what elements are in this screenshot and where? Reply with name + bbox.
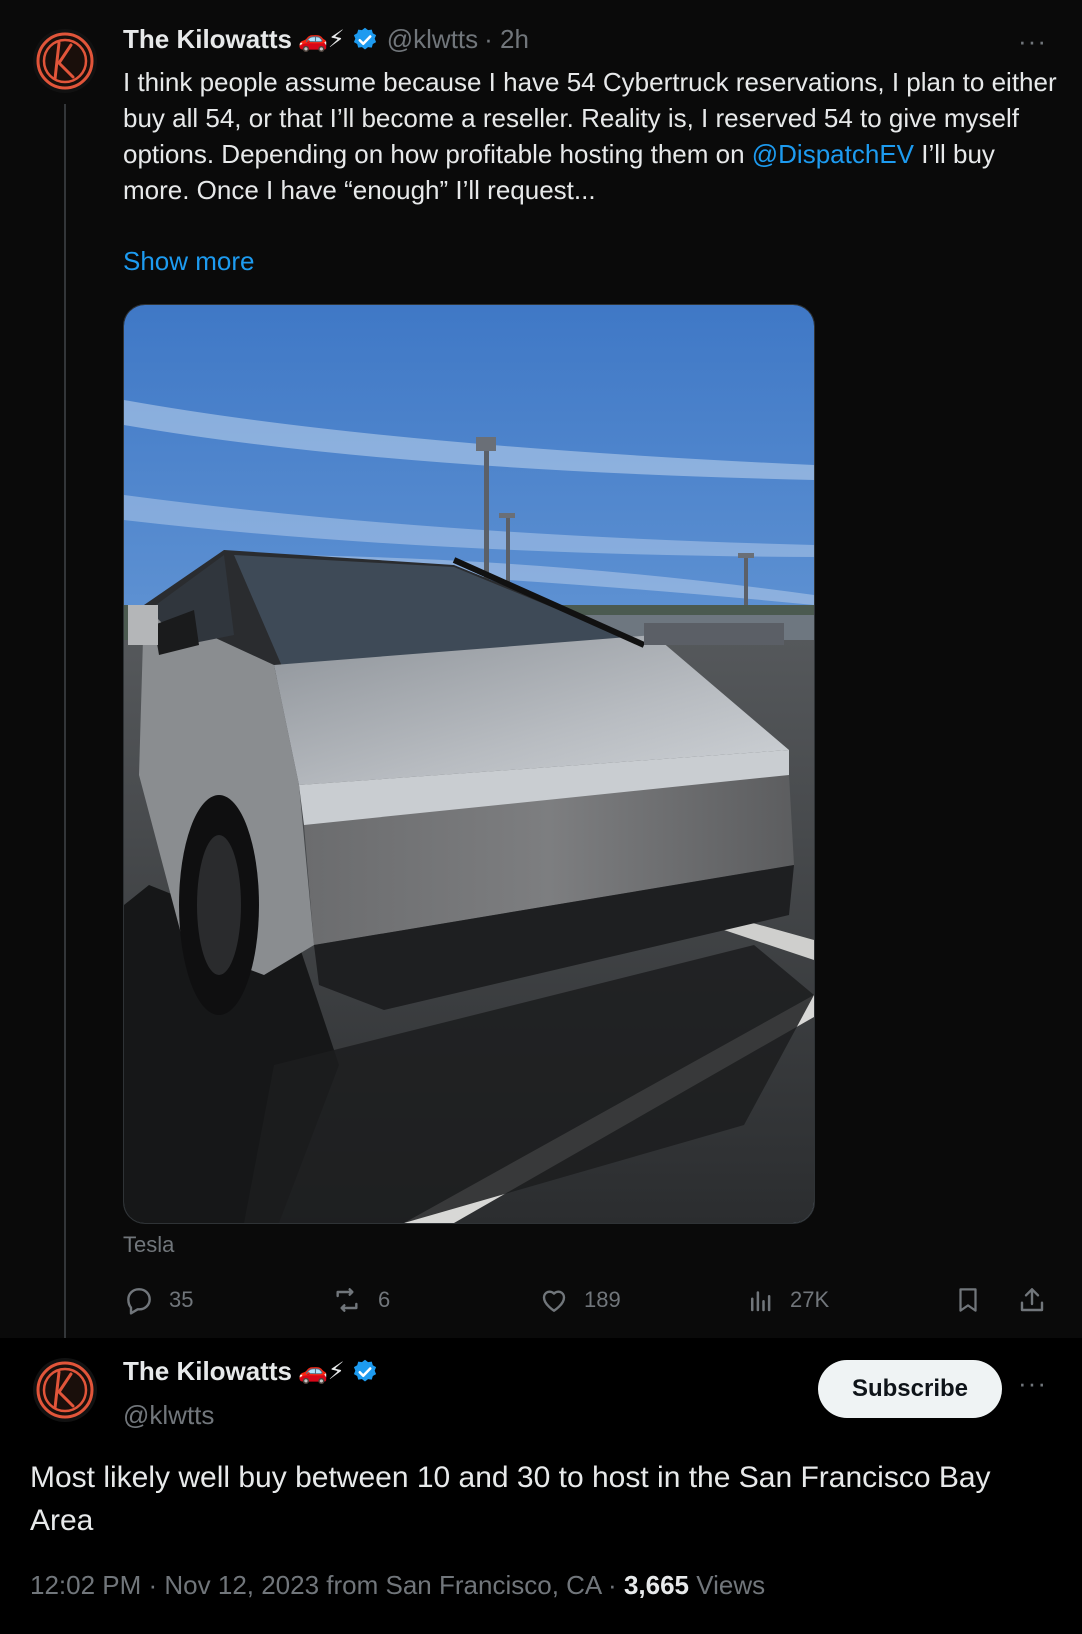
focused-tweet: The Kilowatts 🚗⚡ @klwtts Subscribe ··· M…: [0, 1338, 1082, 1634]
action-bar: 35 6 189 27K: [0, 1278, 1082, 1322]
reply-icon: [127, 1288, 151, 1315]
tweet-header: The Kilowatts 🚗⚡ @klwtts · 2h: [123, 24, 529, 55]
tweet-text: Most likely well buy between 10 and 30 t…: [30, 1461, 991, 1537]
like-count: 189: [584, 1287, 621, 1312]
repost-icon: [336, 1288, 358, 1312]
analytics-icon: [751, 1291, 771, 1312]
reply-button[interactable]: 35: [123, 1284, 193, 1316]
tweet-time[interactable]: · 2h: [484, 24, 529, 55]
subscribe-button[interactable]: Subscribe: [818, 1360, 1002, 1418]
heart-icon: [542, 1290, 566, 1312]
share-button[interactable]: [1016, 1284, 1062, 1316]
author-name[interactable]: The Kilowatts: [123, 24, 292, 55]
timestamp-link[interactable]: 12:02 PM · Nov 12, 2023 from San Francis…: [30, 1570, 624, 1600]
views-count: 3,665: [623, 1570, 690, 1600]
bookmark-icon: [959, 1288, 977, 1312]
author-emojis: 🚗⚡: [298, 26, 345, 53]
thread-tweet: The Kilowatts 🚗⚡ @klwtts · 2h ··· I thin…: [0, 0, 1082, 1354]
author-handle[interactable]: @klwtts: [387, 24, 478, 55]
cybertruck-photo: [124, 305, 814, 1223]
verified-badge-icon: [351, 26, 379, 54]
verified-badge-icon: [351, 1358, 379, 1386]
repost-count: 6: [378, 1287, 391, 1312]
show-more-link[interactable]: Show more: [123, 246, 255, 277]
mention-link[interactable]: @DispatchEV: [752, 139, 914, 169]
bookmark-button[interactable]: [953, 1284, 997, 1316]
like-button[interactable]: 189: [538, 1284, 621, 1316]
tweet-text: I think people assume because I have 54 …: [123, 64, 1058, 208]
author-handle[interactable]: @klwtts: [123, 1400, 214, 1431]
author-name[interactable]: The Kilowatts: [123, 1356, 292, 1387]
more-options-button[interactable]: ···: [1018, 1368, 1047, 1399]
tweet-photo[interactable]: [123, 304, 815, 1224]
view-count: 27K: [790, 1287, 830, 1312]
views-button[interactable]: 27K: [746, 1284, 829, 1316]
repost-button[interactable]: 6: [330, 1284, 390, 1316]
thread-connector-line: [64, 104, 66, 1354]
avatar[interactable]: [33, 29, 97, 93]
more-options-button[interactable]: ···: [1018, 26, 1047, 57]
tweet-header: The Kilowatts 🚗⚡: [123, 1356, 379, 1387]
tweet-metadata: 12:02 PM · Nov 12, 2023 from San Francis…: [30, 1570, 765, 1601]
author-emojis: 🚗⚡: [298, 1358, 345, 1385]
media-caption: Tesla: [123, 1232, 175, 1257]
kilowatts-logo-icon: [36, 1361, 94, 1419]
share-icon: [1020, 1288, 1044, 1312]
reply-count: 35: [169, 1287, 194, 1312]
kilowatts-logo-icon: [36, 32, 94, 90]
views-label: Views: [689, 1570, 766, 1600]
avatar[interactable]: [33, 1358, 97, 1422]
